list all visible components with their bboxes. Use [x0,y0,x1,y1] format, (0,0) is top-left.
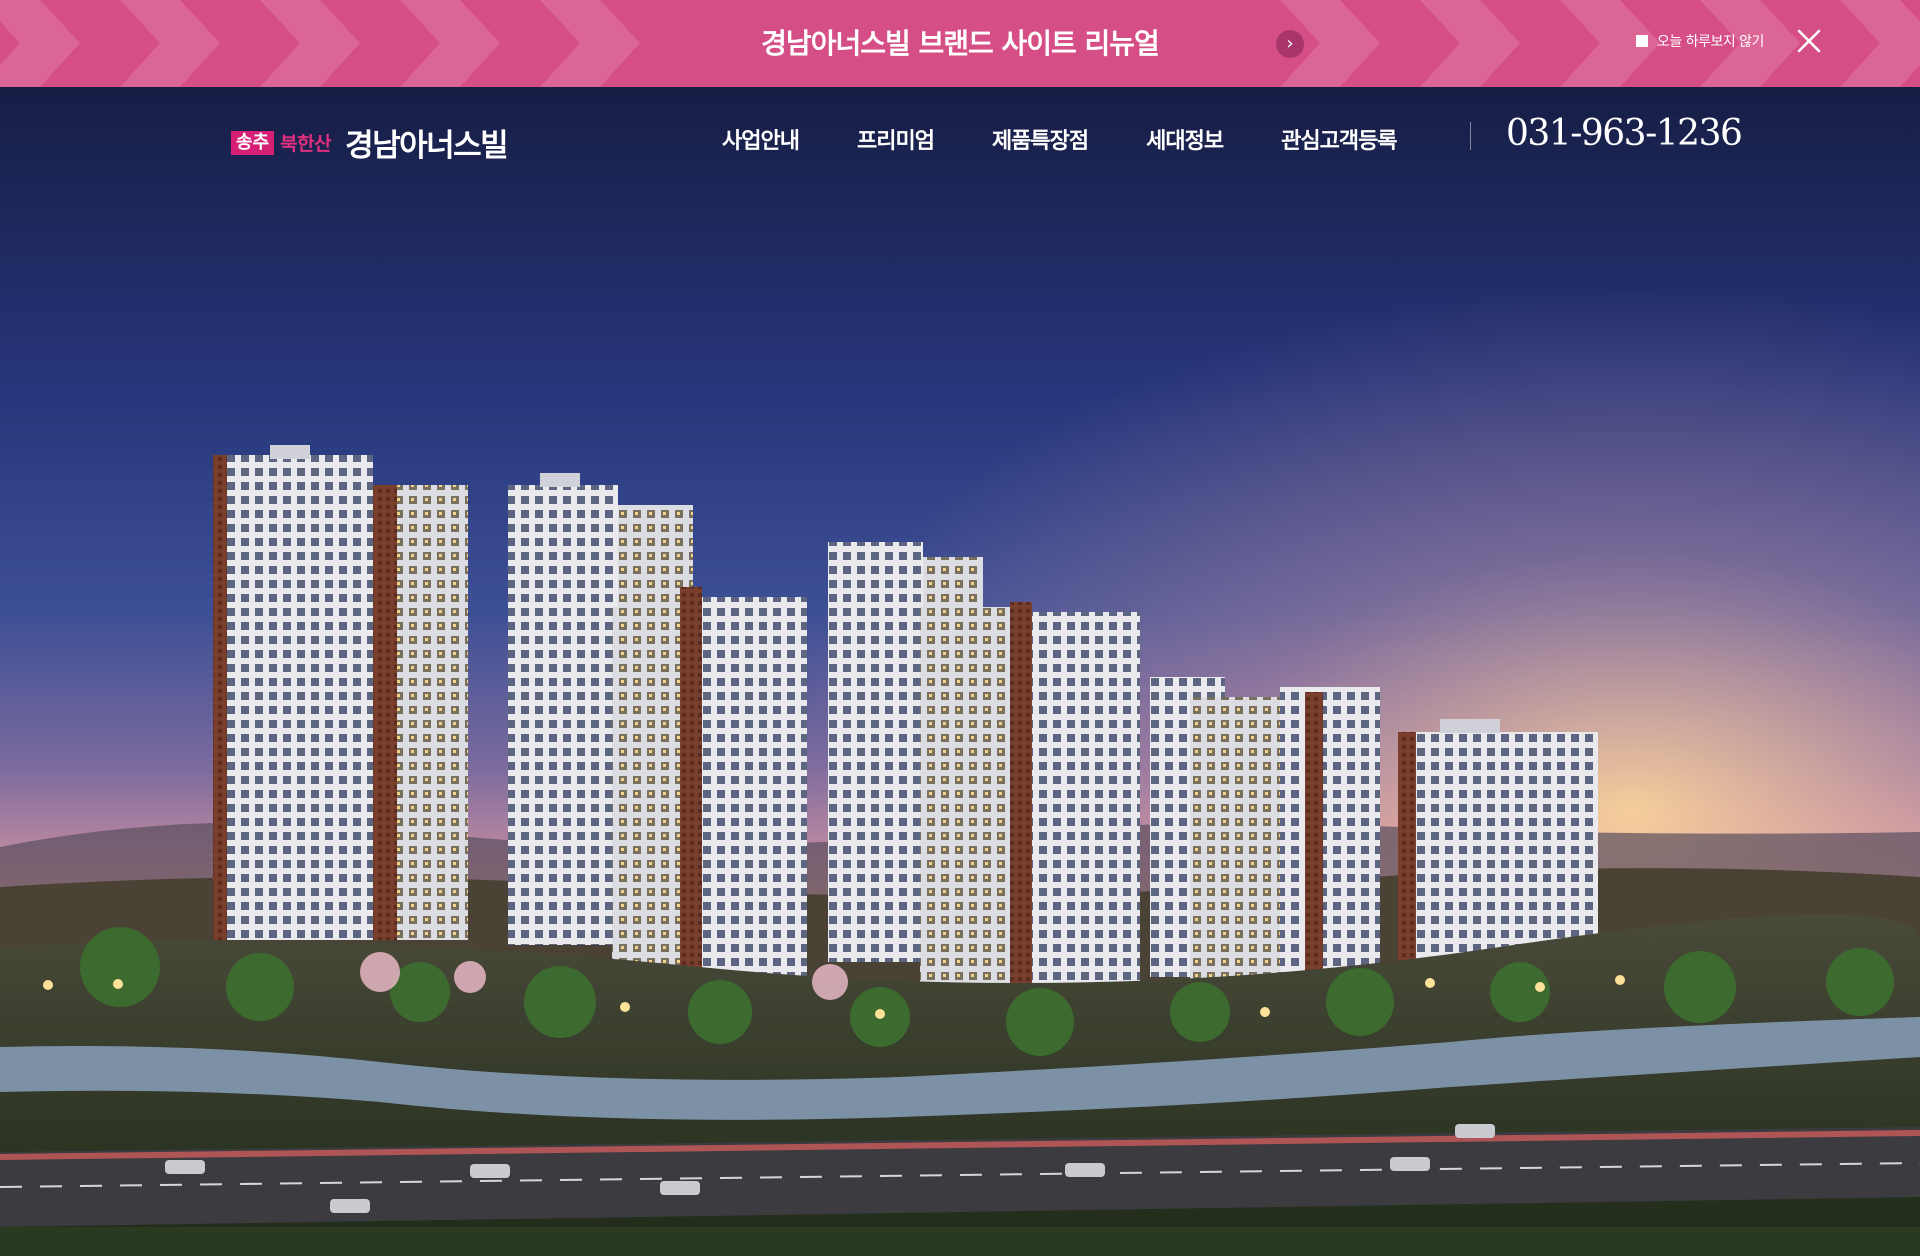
logo-brand: 경남아너스빌 [345,128,509,164]
nav-item-units[interactable]: 세대정보 [1146,123,1224,155]
nav-item-business[interactable]: 사업안내 [722,123,800,155]
apartment-complex-rendering [0,87,1920,1256]
hero-image [0,87,1920,1256]
logo-badge: 송추 [231,130,275,155]
phone-number[interactable]: 031-963-1236 [1506,113,1743,154]
site-header: 송추 북한산 경남아너스빌 사업안내 프리미엄 제품특장점 세대정보 관심고객등… [0,87,1920,187]
nav-item-premium[interactable]: 프리미엄 [857,123,935,155]
close-icon[interactable] [1796,28,1822,54]
site-logo[interactable]: 송추 북한산 경남아너스빌 [231,120,509,165]
nav-item-features[interactable]: 제품특장점 [992,123,1089,155]
chevron-right-icon[interactable]: › [1276,30,1304,58]
promo-title[interactable]: 경남아너스빌 브랜드 사이트 리뉴얼 [0,22,1920,62]
skip-today-checkbox[interactable] [1636,35,1648,47]
skip-today-toggle[interactable]: 오늘 하루보지 않기 [1636,31,1764,51]
promo-banner: 경남아너스빌 브랜드 사이트 리뉴얼 › 오늘 하루보지 않기 [0,0,1920,87]
logo-subtitle: 북한산 [280,133,332,155]
skip-today-label: 오늘 하루보지 않기 [1657,34,1764,50]
nav-item-register[interactable]: 관심고객등록 [1281,123,1397,155]
main-nav: 사업안내 프리미엄 제품특장점 세대정보 관심고객등록 [722,123,1398,155]
nav-divider [1470,122,1471,150]
